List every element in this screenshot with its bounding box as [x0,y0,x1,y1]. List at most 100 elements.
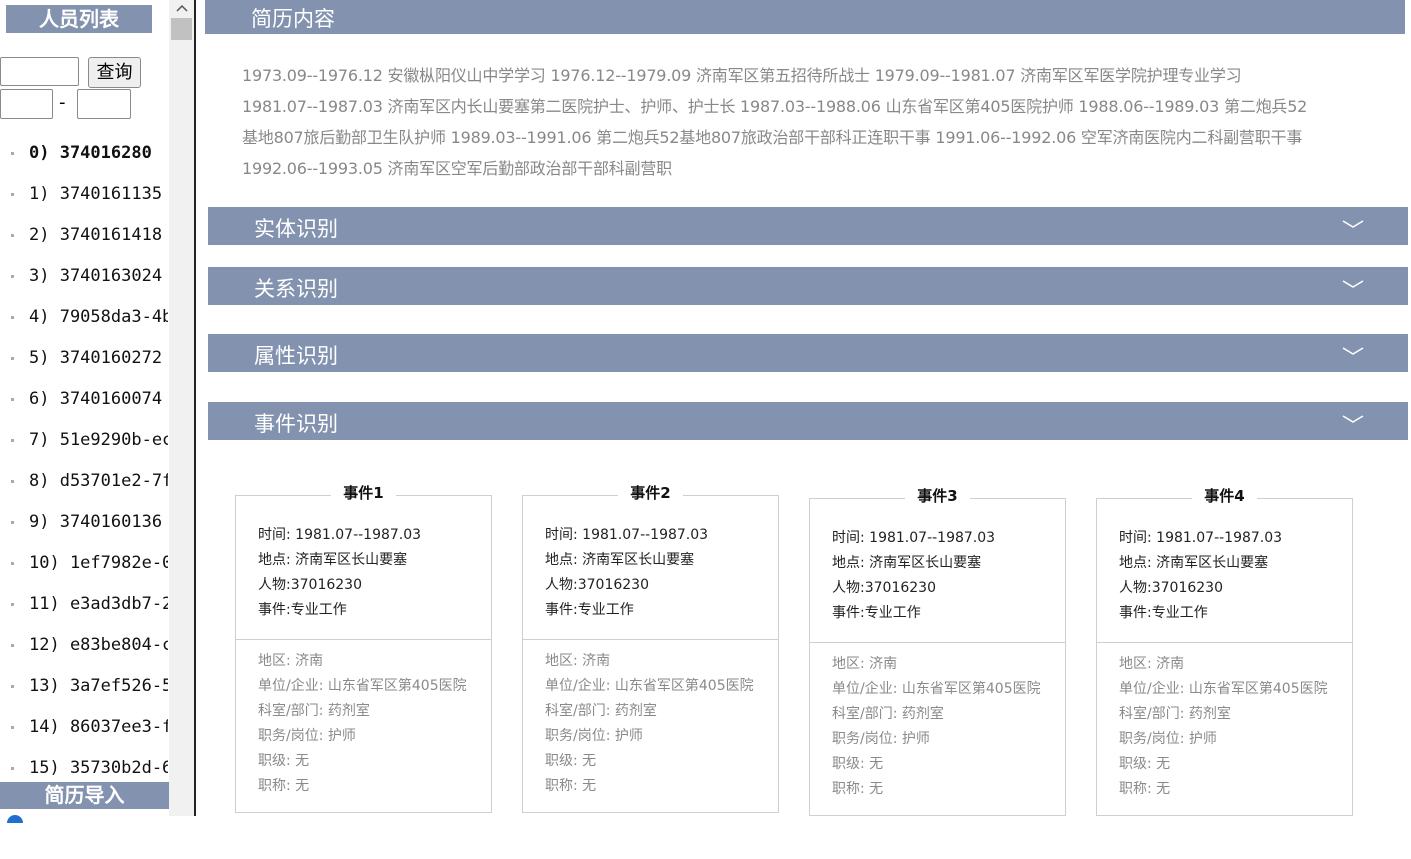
person-list-item[interactable]: 7) 51e9290b-ec [0,420,168,461]
person-list-item[interactable]: 6) 3740160074 [0,379,168,420]
person-label: 人物: [832,580,865,596]
dept-value: 药剂室 [1188,706,1231,722]
search-button[interactable]: 查询 [88,57,141,88]
org-label: 单位/企业: [1119,681,1185,697]
event-value: 专业工作 [290,602,347,618]
title-value: 无 [869,781,884,797]
region-label: 地区: [1119,656,1152,672]
region-value: 济南 [582,653,611,669]
time-label: 时间: [258,527,291,543]
place-value: 济南军区长山要塞 [582,552,695,568]
event-label: 事件: [1119,605,1152,621]
dept-label: 科室/部门: [832,706,898,722]
person-list-item[interactable]: 10) 1ef7982e-0 [0,543,168,584]
person-label: 人物: [1119,580,1152,596]
event-card-details: 地区: 济南 单位/企业: 山东省军区第405医院 科室/部门: 药剂室 职务/… [236,640,491,812]
title-value: 无 [295,778,310,794]
person-list-scrollbar[interactable] [169,0,194,816]
chevron-down-icon[interactable] [1342,412,1364,426]
place-label: 地点: [832,555,865,571]
title-label: 职称: [1119,781,1152,797]
event-value: 专业工作 [577,602,634,618]
chevron-down-icon[interactable] [1342,344,1364,358]
post-value: 护师 [901,731,930,747]
person-list: 0) 374016280 1) 3740161135 2) 3740161418… [0,133,168,780]
range-from-input[interactable] [0,89,53,119]
level-value: 无 [582,753,597,769]
event-label: 事件: [545,602,578,618]
person-list-item[interactable]: 11) e3ad3db7-2 [0,584,168,625]
org-label: 单位/企业: [545,678,611,694]
event-value: 专业工作 [864,605,921,621]
person-list-item[interactable]: 1) 3740161135 [0,174,168,215]
sidebar: 人员列表 查询 - 0) 374016280 1) 3740161135 2) … [0,0,196,823]
event-card-details: 地区: 济南 单位/企业: 山东省军区第405医院 科室/部门: 药剂室 职务/… [1097,643,1352,815]
dept-value: 药剂室 [614,703,657,719]
event-label: 事件: [832,605,865,621]
title-value: 无 [582,778,597,794]
person-value: 37016230 [1151,580,1223,596]
person-list-item[interactable]: 14) 86037ee3-f [0,707,168,748]
person-value: 37016230 [290,577,362,593]
resume-import-button[interactable]: 简历导入 [0,782,169,809]
level-label: 职级: [258,753,291,769]
org-value: 山东省军区第405医院 [327,678,467,694]
relation-recognition-header[interactable]: 关系识别 [208,267,1408,305]
place-value: 济南军区长山要塞 [869,555,982,571]
event-card-details: 地区: 济南 单位/企业: 山东省军区第405医院 科室/部门: 药剂室 职务/… [810,643,1065,815]
region-value: 济南 [295,653,324,669]
event-value: 专业工作 [1151,605,1208,621]
sidebar-divider [194,0,196,816]
chevron-down-icon[interactable] [1342,217,1364,231]
level-label: 职级: [545,753,578,769]
post-label: 职务/岗位: [258,728,324,744]
post-label: 职务/岗位: [832,731,898,747]
post-label: 职务/岗位: [1119,731,1185,747]
dept-label: 科室/部门: [258,703,324,719]
org-value: 山东省军区第405医院 [1188,681,1328,697]
person-list-item[interactable]: 5) 3740160272 [0,338,168,379]
region-label: 地区: [832,656,865,672]
person-list-item[interactable]: 8) d53701e2-7f [0,461,168,502]
region-label: 地区: [258,653,291,669]
chevron-down-icon[interactable] [1342,277,1364,291]
person-list-item[interactable]: 2) 3740161418 [0,215,168,256]
place-label: 地点: [545,552,578,568]
event-card: 事件2 时间: 1981.07--1987.03 地点: 济南军区长山要塞 人物… [522,484,779,813]
range-to-input[interactable] [77,89,131,119]
arrow-up-icon[interactable] [169,0,194,16]
person-list-item[interactable]: 4) 79058da3-4b [0,297,168,338]
person-list-item[interactable]: 13) 3a7ef526-5 [0,666,168,707]
event-card: 事件4 时间: 1981.07--1987.03 地点: 济南军区长山要塞 人物… [1096,487,1353,816]
event-card: 事件1 时间: 1981.07--1987.03 地点: 济南军区长山要塞 人物… [235,484,492,813]
scrollbar-thumb[interactable] [171,18,192,40]
entity-recognition-header[interactable]: 实体识别 [208,207,1408,245]
title-label: 职称: [832,781,865,797]
post-label: 职务/岗位: [545,728,611,744]
person-list-item[interactable]: 3) 3740163024 [0,256,168,297]
title-label: 职称: [258,778,291,794]
person-list-item[interactable]: 0) 374016280 [0,133,168,174]
person-value: 37016230 [864,580,936,596]
post-value: 护师 [327,728,356,744]
region-value: 济南 [1156,656,1185,672]
dept-label: 科室/部门: [545,703,611,719]
region-value: 济南 [869,656,898,672]
range-separator: - [59,92,66,113]
person-list-item[interactable]: 15) 35730b2d-6 [0,748,168,780]
attribute-recognition-header[interactable]: 属性识别 [208,334,1408,372]
relation-recognition-title: 关系识别 [254,277,338,301]
region-label: 地区: [545,653,578,669]
entity-recognition-title: 实体识别 [254,217,338,241]
level-label: 职级: [1119,756,1152,772]
resume-content-title: 简历内容 [251,7,335,31]
person-list-item[interactable]: 12) e83be804-c [0,625,168,666]
org-value: 山东省军区第405医院 [901,681,1041,697]
event-label: 事件: [258,602,291,618]
event-recognition-header[interactable]: 事件识别 [208,402,1408,440]
search-input[interactable] [0,57,79,86]
person-list-item[interactable]: 9) 3740160136 [0,502,168,543]
level-label: 职级: [832,756,865,772]
org-label: 单位/企业: [832,681,898,697]
time-label: 时间: [1119,530,1152,546]
